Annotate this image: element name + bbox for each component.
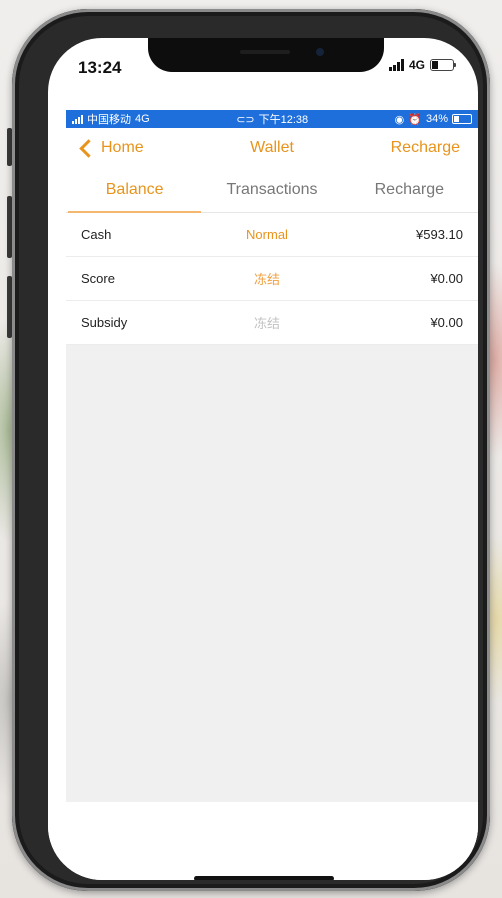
nav-bar: Home Wallet Recharge <box>66 128 478 168</box>
account-name: Cash <box>81 227 112 242</box>
device-network: 4G <box>408 58 425 72</box>
account-state: 冻结 <box>253 272 280 287</box>
wallet-app: 中国移动 4G ⊂⊃ 下午12:38 ◉ ⏰ 34% Home Wallet R… <box>66 110 478 874</box>
account-name: Score <box>81 271 115 286</box>
front-camera <box>316 48 324 56</box>
recharge-button[interactable]: Recharge <box>391 139 460 157</box>
phone-frame: 13:24 4G 中国移动 4G ⊂⊃ 下午12:38 ◉ ⏰ 34% Home… <box>12 9 490 891</box>
tab-recharge[interactable]: Recharge <box>341 168 478 212</box>
carrier-battery-icon <box>452 114 472 124</box>
link-icon: ⊂⊃ <box>236 113 255 126</box>
tab-transactions[interactable]: Transactions <box>203 168 340 212</box>
back-label: Home <box>101 139 144 156</box>
account-amount: ¥0.00 <box>430 315 463 330</box>
alarm-icon: ⏰ <box>408 113 422 126</box>
carrier-name: 中国移动 <box>87 114 131 126</box>
tab-bar: Balance Transactions Recharge <box>66 168 478 213</box>
account-amount: ¥0.00 <box>430 271 463 286</box>
battery-percent: 34% <box>425 113 448 125</box>
account-row-cash[interactable]: Cash Normal ¥593.10 <box>66 213 478 257</box>
account-state: 冻结 <box>253 316 280 331</box>
notch <box>148 38 384 72</box>
account-name: Subsidy <box>81 315 128 330</box>
account-list: Cash Normal ¥593.10 Score 冻结 ¥0.00 Subsi… <box>66 213 478 345</box>
carrier-network: 4G <box>135 113 150 125</box>
lock-rotation-icon: ◉ <box>394 113 405 126</box>
carrier-time: 下午12:38 <box>258 114 309 126</box>
phone-screen: 13:24 4G 中国移动 4G ⊂⊃ 下午12:38 ◉ ⏰ 34% Home… <box>48 38 478 880</box>
account-state: Normal <box>246 227 288 242</box>
home-area <box>48 802 478 880</box>
account-row-subsidy[interactable]: Subsidy 冻结 ¥0.00 <box>66 301 478 345</box>
battery-icon <box>430 59 456 71</box>
back-button[interactable]: Home <box>78 138 144 158</box>
speaker <box>240 50 290 54</box>
signal-icon <box>388 59 404 71</box>
tab-balance[interactable]: Balance <box>66 168 203 213</box>
chevron-left-icon <box>79 138 98 158</box>
carrier-signal-icon <box>72 114 83 124</box>
device-time: 13:24 <box>78 58 122 77</box>
account-row-score[interactable]: Score 冻结 ¥0.00 <box>66 257 478 301</box>
account-amount: ¥593.10 <box>416 227 463 242</box>
home-indicator[interactable] <box>194 876 334 880</box>
device-status: 4G <box>388 58 456 72</box>
carrier-status-bar: 中国移动 4G ⊂⊃ 下午12:38 ◉ ⏰ 34% <box>66 110 478 128</box>
